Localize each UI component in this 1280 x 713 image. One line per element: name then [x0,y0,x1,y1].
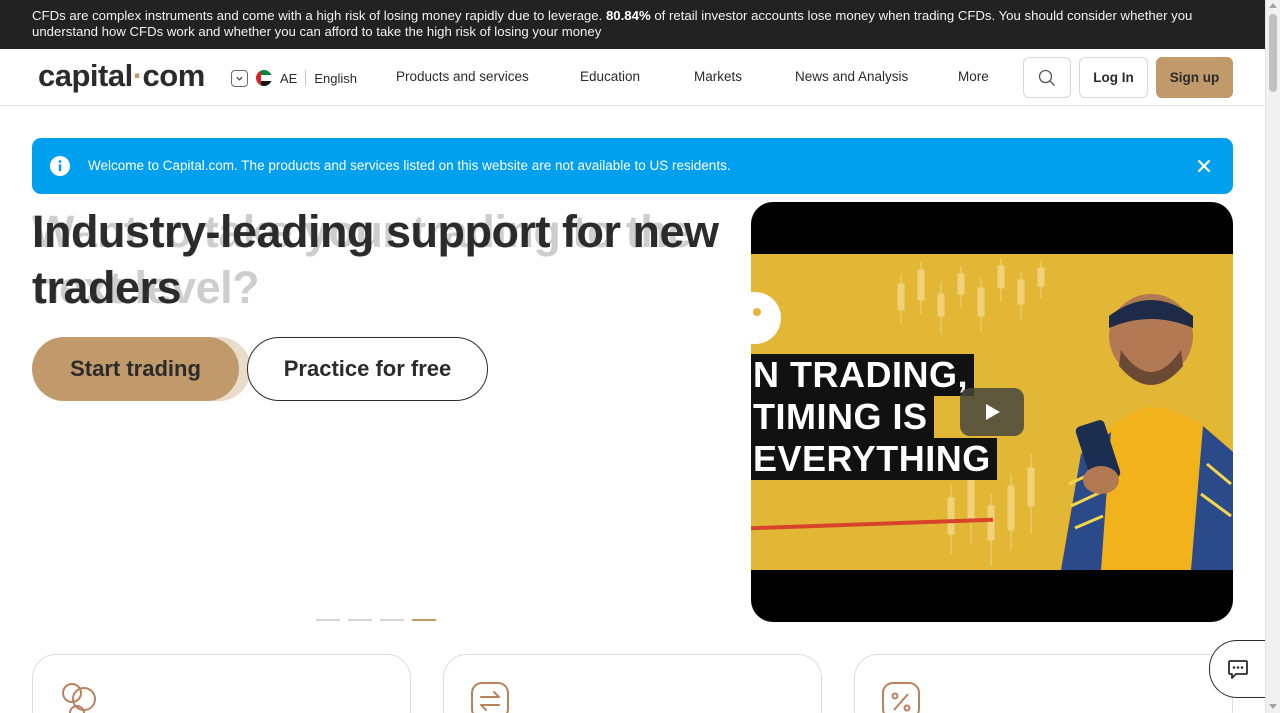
login-button[interactable]: Log In [1079,57,1148,98]
notice-message: Welcome to Capital.com. The products and… [88,158,731,173]
chat-icon [1228,660,1248,679]
video-text-line-1: N TRADING, [751,354,974,396]
nav-education[interactable]: Education [580,69,640,84]
nav-more[interactable]: More [958,69,989,84]
exchange-icon [471,682,509,713]
capital-logo[interactable]: capital·com [38,58,205,94]
nav-markets[interactable]: Markets [694,69,742,84]
promo-video-player[interactable]: N TRADING, TIMING IS EVERYTHING [751,202,1233,622]
search-button[interactable] [1023,57,1071,98]
carousel-dot-1[interactable] [316,619,340,621]
play-icon [986,404,1000,420]
play-button[interactable] [960,388,1024,436]
feature-card-1[interactable] [32,654,411,713]
close-icon[interactable] [1197,159,1211,173]
start-trading-button[interactable]: Start trading [32,337,239,401]
region-code: AE [280,70,298,86]
scrollbar-thumb[interactable] [1269,14,1277,92]
info-icon [50,156,70,176]
language-label[interactable]: English [314,71,357,86]
scroll-up-arrow-icon[interactable] [1269,3,1277,8]
carousel-indicators [316,619,436,621]
risk-warning-percent: 80.84% [605,8,651,23]
carousel-dot-3[interactable] [380,619,404,621]
scroll-down-arrow-icon[interactable] [1269,704,1277,709]
site-header: capital·com AE English Products and serv… [0,49,1265,106]
video-text-line-2: TIMING IS [751,396,934,438]
feature-card-2[interactable] [443,654,822,713]
percent-icon [882,682,920,713]
chevron-down-icon[interactable] [231,69,248,87]
carousel-dot-2[interactable] [348,619,372,621]
divider [305,70,307,86]
hero-title: Industry-leading support for new traders [32,206,719,313]
signup-button[interactable]: Sign up [1156,57,1233,98]
nav-products-services[interactable]: Products and services [396,69,529,84]
practice-for-free-button[interactable]: Practice for free [247,337,488,401]
chat-button[interactable] [1209,640,1271,698]
page-scrollbar[interactable] [1265,0,1280,713]
region-language-selector[interactable]: AE English [231,69,357,87]
us-residents-notice: Welcome to Capital.com. The products and… [32,138,1233,194]
carousel-dot-4[interactable] [412,619,436,621]
page: CFDs are complex instruments and come wi… [0,0,1280,713]
uae-flag-icon [256,70,272,86]
feature-card-3[interactable] [854,654,1233,713]
video-text-line-3: EVERYTHING [751,438,997,480]
logo-dot: · [132,58,143,93]
logo-text-tld: com [142,58,206,93]
logo-text-main: capital [38,58,133,93]
risk-warning-prefix: CFDs are complex instruments and come wi… [32,8,603,23]
nav-news-analysis[interactable]: News and Analysis [795,69,908,84]
risk-warning-banner: CFDs are complex instruments and come wi… [0,0,1265,49]
search-icon [1038,69,1055,86]
coins-icon [62,683,96,713]
